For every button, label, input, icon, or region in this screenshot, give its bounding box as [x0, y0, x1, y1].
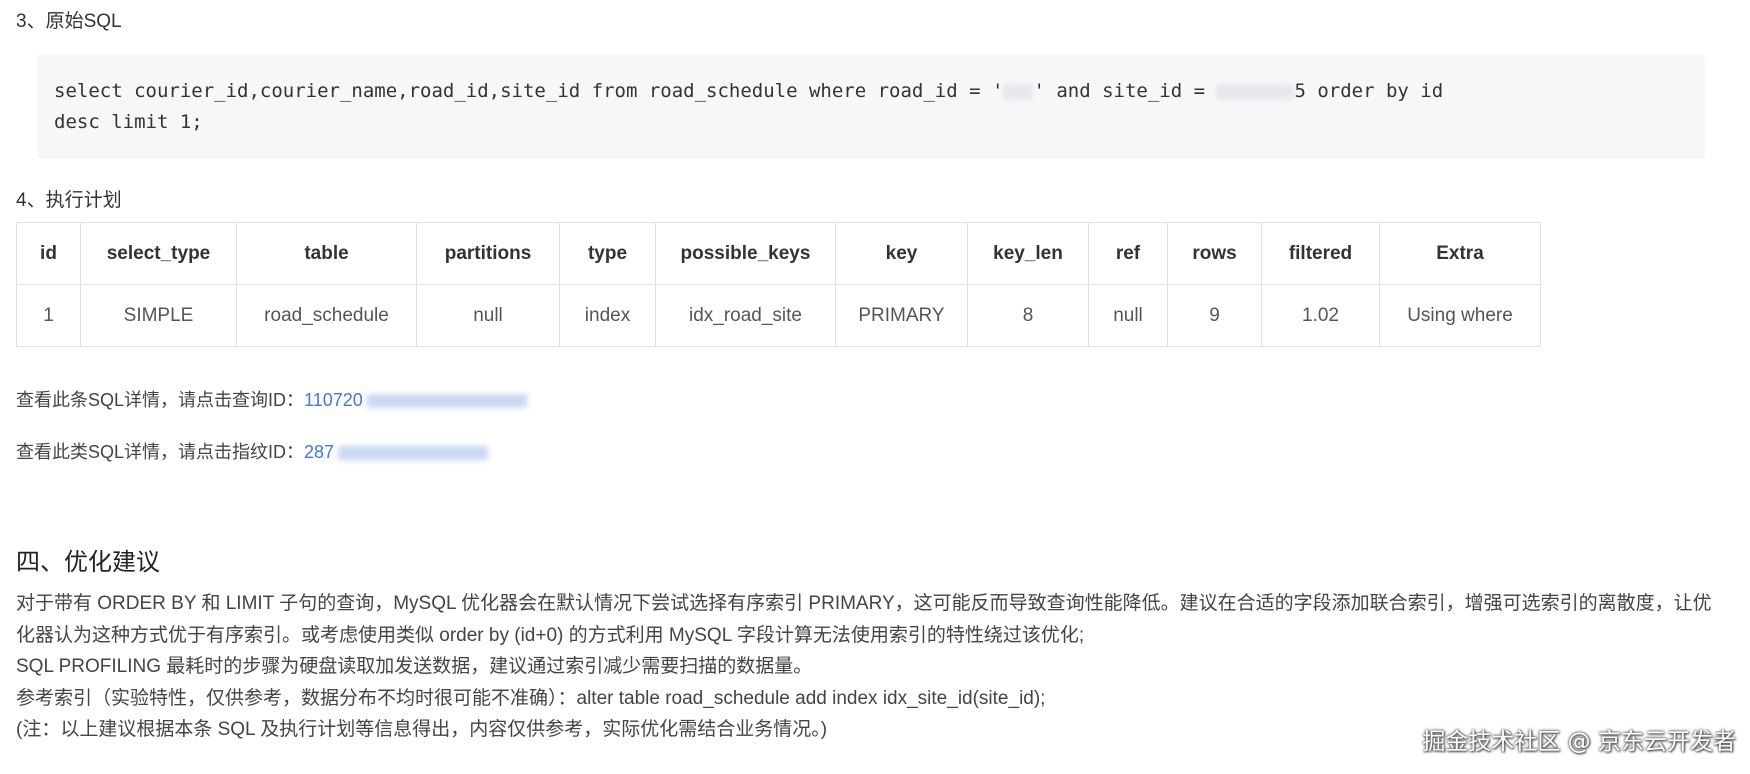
table-cell: road_schedule — [236, 284, 417, 347]
table-cell: PRIMARY — [835, 284, 968, 347]
column-header: id — [16, 222, 81, 285]
table-cell: 1 — [16, 284, 81, 347]
fingerprint-id-link[interactable]: 287 — [304, 442, 489, 462]
column-header: possible_keys — [655, 222, 836, 285]
section-title-original-sql: 3、原始SQL — [16, 11, 122, 32]
query-id-link[interactable]: 110720 — [304, 390, 527, 410]
table-cell: null — [416, 284, 560, 347]
execution-plan-table: id select_type table partitions type pos… — [16, 222, 1541, 347]
sql-code-part2: ' and site_id = — [1033, 80, 1217, 102]
redacted-query-id — [366, 394, 527, 409]
sql-code-part3: 5 order by id — [1294, 80, 1444, 102]
table-cell: SIMPLE — [80, 284, 237, 347]
table-cell: idx_road_site — [655, 284, 836, 347]
fingerprint-id-label: 查看此类SQL详情，请点击指纹ID： — [16, 442, 305, 462]
table-cell: 8 — [967, 284, 1089, 347]
sql-code: select courier_id,courier_name,road_id,s… — [54, 76, 1687, 138]
query-id-value: 110720 — [304, 390, 363, 410]
column-header: select_type — [80, 222, 237, 285]
column-header: key_len — [967, 222, 1089, 285]
table-cell: 9 — [1167, 284, 1262, 347]
table-cell: index — [559, 284, 656, 347]
column-header: Extra — [1379, 222, 1541, 285]
optimization-paragraph: 参考索引（实验特性，仅供参考，数据分布不均时很可能不准确）：alter tabl… — [16, 687, 1046, 709]
redacted-road-id — [1003, 83, 1034, 100]
sql-code-block: select courier_id,courier_name,road_id,s… — [37, 54, 1705, 159]
table-header-row: id select_type table partitions type pos… — [16, 222, 1541, 285]
query-id-line: 查看此条SQL详情，请点击查询ID：110720 — [16, 386, 527, 412]
optimization-paragraph: SQL PROFILING 最耗时的步骤为硬盘读取加发送数据，建议通过索引减少需… — [16, 656, 813, 677]
column-header: rows — [1167, 222, 1262, 285]
optimization-paragraph: 对于带有 ORDER BY 和 LIMIT 子句的查询，MySQL 优化器会在默… — [16, 593, 1712, 646]
fingerprint-id-line: 查看此类SQL详情，请点击指纹ID：287 — [16, 438, 489, 464]
column-header: type — [559, 222, 656, 285]
redacted-site-id — [1216, 83, 1295, 100]
sql-code-part1: select courier_id,courier_name,road_id,s… — [54, 80, 1004, 102]
column-header: key — [835, 222, 968, 285]
redacted-fingerprint-id — [338, 446, 489, 461]
sql-code-line2: desc limit 1; — [54, 111, 203, 133]
table-cell: null — [1088, 284, 1168, 347]
watermark: 掘金技术社区 @ 京东云开发者 — [1422, 729, 1736, 755]
column-header: ref — [1088, 222, 1168, 285]
column-header: filtered — [1261, 222, 1380, 285]
column-header: partitions — [416, 222, 560, 285]
table-cell: 1.02 — [1261, 284, 1380, 347]
table-row: 1 SIMPLE road_schedule null index idx_ro… — [16, 284, 1541, 347]
section-title-execution-plan: 4、执行计划 — [16, 190, 122, 211]
column-header: table — [236, 222, 417, 285]
fingerprint-id-value: 287 — [304, 442, 335, 462]
table-cell: Using where — [1379, 284, 1541, 347]
optimization-title: 四、优化建议 — [16, 549, 160, 576]
query-id-label: 查看此条SQL详情，请点击查询ID： — [16, 390, 305, 410]
